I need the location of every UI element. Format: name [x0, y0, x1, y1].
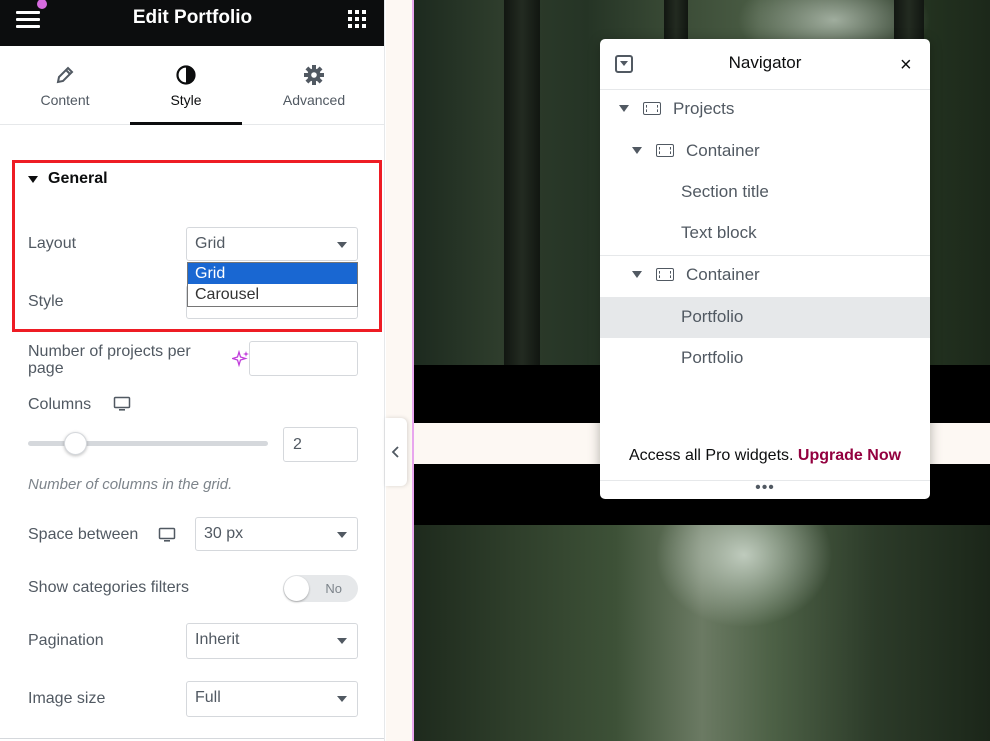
container-icon: [656, 144, 674, 157]
resize-handle[interactable]: •••: [600, 479, 930, 497]
nav-item-label: Container: [686, 265, 760, 284]
caret-down-icon[interactable]: [632, 147, 642, 154]
space-between-label: Space between: [28, 526, 139, 543]
ai-sparkle-icon[interactable]: [232, 350, 250, 368]
layout-option-grid[interactable]: Grid: [188, 263, 357, 284]
nav-item-container[interactable]: Container: [600, 255, 930, 296]
editor-panel: Edit Portfolio Content Style Advanced Ge…: [0, 0, 385, 741]
container-icon: [656, 268, 674, 281]
section-title[interactable]: General: [28, 170, 108, 188]
caret-down-icon[interactable]: [632, 271, 642, 278]
nav-item-label: Portfolio: [681, 307, 744, 326]
pagination-label: Pagination: [28, 632, 104, 649]
desktop-icon[interactable]: [113, 396, 131, 412]
tab-style[interactable]: Style: [130, 46, 242, 125]
nav-item-projects[interactable]: Projects: [600, 89, 930, 130]
nav-item-section-title[interactable]: Section title: [600, 172, 930, 213]
toggle-state-text: No: [325, 581, 342, 596]
columns-input[interactable]: 2: [283, 427, 358, 462]
pro-promo-text: Access all Pro widgets.: [628, 447, 794, 464]
projects-per-page-input[interactable]: [249, 341, 358, 376]
columns-help-text: Number of columns in the grid.: [28, 476, 233, 493]
chevron-down-icon: [337, 242, 347, 248]
nav-item-portfolio[interactable]: Portfolio: [600, 338, 930, 379]
projects-per-page-label: Number of projects per page: [28, 343, 191, 377]
preview-edge: [412, 0, 414, 741]
nav-item-label: Text block: [681, 223, 757, 242]
upgrade-now-link[interactable]: Upgrade Now: [798, 447, 901, 464]
tab-advanced[interactable]: Advanced: [257, 46, 371, 125]
nav-item-portfolio[interactable]: Portfolio: [600, 297, 930, 338]
close-icon[interactable]: ×: [900, 54, 912, 77]
chevron-down-icon: [337, 532, 347, 538]
chevron-left-icon: [391, 446, 399, 458]
navigator-header: Navigator ×: [600, 39, 930, 90]
chevron-down-icon: [337, 696, 347, 702]
container-icon: [643, 102, 661, 115]
nav-item-label: Section title: [681, 182, 769, 201]
forest-image-bottom: [414, 525, 990, 741]
pagination-select[interactable]: Inherit: [186, 623, 358, 659]
toggle-knob: [284, 576, 309, 601]
layout-label: Layout: [28, 235, 77, 252]
layout-dropdown-list: Grid Carousel: [187, 262, 358, 307]
space-between-select[interactable]: 30 px: [195, 517, 358, 551]
tab-advanced-label: Advanced: [282, 92, 346, 108]
show-filters-label: Show categories filters: [28, 579, 189, 596]
columns-slider-handle[interactable]: [64, 432, 87, 455]
desktop-icon[interactable]: [158, 527, 176, 543]
nav-item-label: Projects: [673, 99, 735, 118]
navigator-title: Navigator: [728, 53, 802, 72]
navigator-panel: Navigator × Projects Container Section t…: [600, 39, 930, 499]
gear-icon: [304, 65, 324, 85]
section-title-text: General: [48, 170, 108, 187]
chevron-down-icon: [337, 638, 347, 644]
collapse-panel-button[interactable]: [385, 418, 407, 486]
panel-header: Edit Portfolio: [0, 0, 384, 46]
panel-title: Edit Portfolio: [132, 7, 253, 28]
tab-content-label: Content: [40, 92, 90, 108]
image-size-value: Full: [195, 689, 221, 706]
space-between-value: 30 px: [204, 525, 244, 542]
image-size-label: Image size: [28, 690, 106, 707]
image-size-select[interactable]: Full: [186, 681, 358, 717]
pencil-icon: [56, 66, 74, 84]
contrast-icon: [176, 65, 196, 85]
nav-item-label: Portfolio: [681, 348, 744, 367]
divider: [0, 738, 384, 739]
pagination-value: Inherit: [195, 631, 240, 648]
show-filters-toggle[interactable]: No: [283, 575, 358, 602]
apps-grid-icon[interactable]: [348, 10, 366, 28]
caret-down-icon[interactable]: [619, 105, 629, 112]
nav-item-container[interactable]: Container: [600, 131, 930, 172]
panel-tabs: Content Style Advanced: [0, 46, 384, 125]
tab-style-label: Style: [170, 92, 202, 108]
nav-item-label: Container: [686, 141, 760, 160]
navigator-footer: Access all Pro widgets. Upgrade Now: [600, 447, 930, 465]
layout-option-carousel[interactable]: Carousel: [188, 284, 357, 305]
tab-content[interactable]: Content: [0, 46, 130, 125]
style-label: Style: [28, 293, 64, 310]
nav-item-text-block[interactable]: Text block: [600, 213, 930, 254]
layout-select-value: Grid: [195, 235, 226, 252]
columns-label: Columns: [28, 396, 92, 413]
layout-select[interactable]: Grid: [186, 227, 358, 261]
